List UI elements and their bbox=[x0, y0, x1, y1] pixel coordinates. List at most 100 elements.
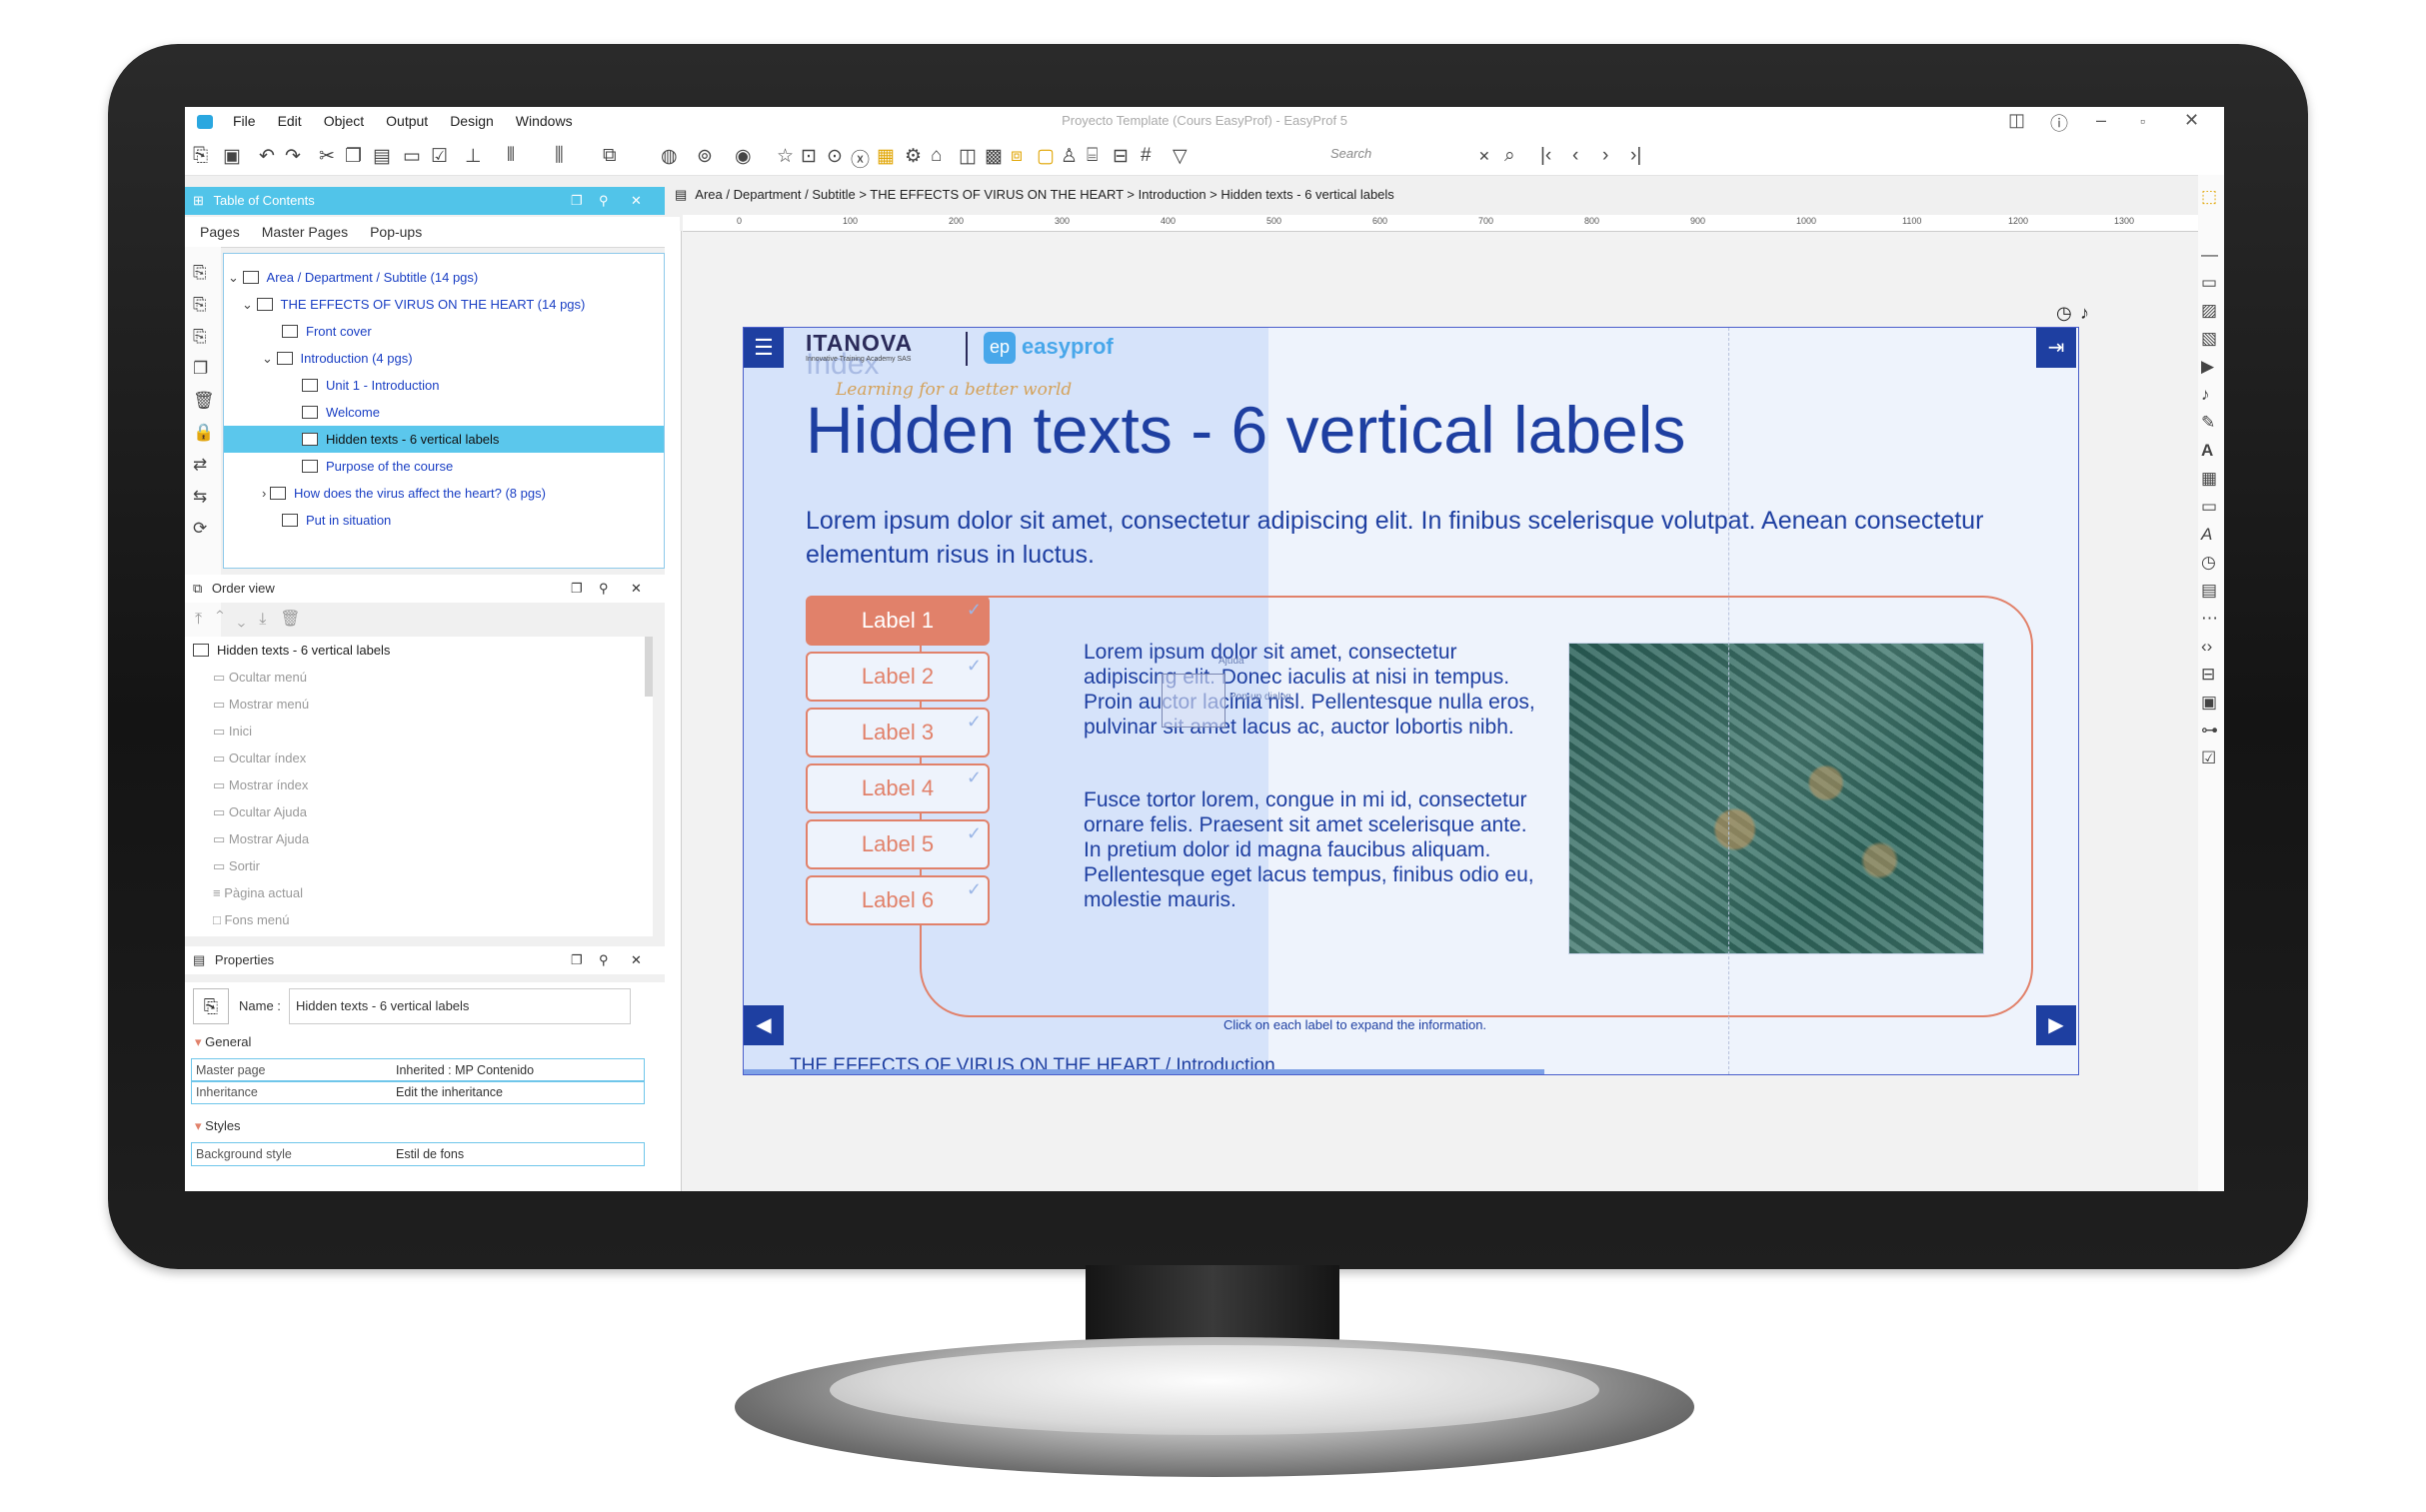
text-icon[interactable]: A bbox=[2201, 441, 2213, 461]
line-icon[interactable]: — bbox=[2201, 245, 2218, 265]
layout-icon[interactable]: ◫ bbox=[2008, 110, 2025, 131]
text-style-icon[interactable]: A bbox=[2201, 525, 2212, 545]
align-icon[interactable]: ⊥ bbox=[465, 145, 482, 168]
tab-master-pages[interactable]: Master Pages bbox=[262, 217, 348, 247]
tree-item-front-cover[interactable]: Front cover bbox=[224, 318, 722, 345]
move-up-icon[interactable]: ⌃ bbox=[216, 611, 238, 628]
play-circle-icon[interactable]: ◉ bbox=[735, 145, 752, 168]
list-item[interactable]: ▭ Ocultar índex bbox=[213, 745, 306, 771]
prev-page-icon[interactable]: ‹ bbox=[1572, 145, 1578, 167]
redo-icon[interactable]: ↷ bbox=[285, 145, 301, 168]
gallery-icon[interactable]: ⚙ bbox=[905, 145, 922, 168]
help-icon[interactable]: ⓘ bbox=[2050, 110, 2068, 136]
background-style-row[interactable]: Background style Estil de fons bbox=[191, 1142, 645, 1166]
tab-pop-ups[interactable]: Pop-ups bbox=[370, 217, 422, 247]
target-icon[interactable]: ⊙ bbox=[827, 145, 843, 168]
window-icon[interactable]: ▣ bbox=[2201, 693, 2217, 713]
next-page-icon[interactable]: › bbox=[1602, 145, 1608, 167]
inheritance-row[interactable]: Inheritance Edit the inheritance bbox=[191, 1080, 645, 1104]
checklist-icon[interactable]: ☑ bbox=[2201, 749, 2216, 768]
text-edit-icon[interactable]: ✎ bbox=[2201, 413, 2215, 433]
float-icon[interactable]: ❐ bbox=[571, 946, 583, 974]
tree-item-chapter[interactable]: ⌄ THE EFFECTS OF VIRUS ON THE HEART (14 … bbox=[224, 291, 682, 318]
float-icon[interactable]: ❐ bbox=[571, 575, 583, 603]
copy-icon[interactable]: ❐ bbox=[345, 145, 362, 168]
list-item[interactable]: ▭ Inici bbox=[213, 718, 252, 745]
video-icon[interactable]: ▶ bbox=[2201, 357, 2214, 377]
timer-icon[interactable]: ◷ bbox=[2201, 553, 2216, 573]
gallery-icon[interactable]: ▧ bbox=[2201, 329, 2217, 349]
exit-button[interactable]: ⇥ bbox=[2036, 328, 2076, 368]
table-icon[interactable]: ▦ bbox=[2201, 469, 2217, 489]
button-icon[interactable]: ▭ bbox=[2201, 497, 2217, 517]
pin-icon[interactable]: ⚲ bbox=[599, 946, 609, 974]
audio-icon[interactable]: ♪ bbox=[2201, 385, 2210, 405]
paste-icon[interactable]: ▤ bbox=[373, 145, 391, 168]
styles-section[interactable]: ▾ Styles bbox=[195, 1118, 241, 1134]
filter-icon[interactable]: ▽ bbox=[1173, 145, 1188, 168]
arrange-icon[interactable]: ⫼ bbox=[555, 145, 564, 167]
rectangle-icon[interactable]: ▭ bbox=[2201, 273, 2217, 293]
check-list-icon[interactable]: ☑ bbox=[431, 145, 448, 168]
move-top-icon[interactable]: ⤒ bbox=[195, 611, 216, 628]
image-icon[interactable]: ▨ bbox=[2201, 301, 2217, 321]
group-icon[interactable]: ⧉ bbox=[603, 145, 617, 167]
clipboard-icon[interactable]: ▭ bbox=[403, 145, 421, 168]
float-icon[interactable]: ❐ bbox=[571, 187, 583, 215]
menu-windows[interactable]: Windows bbox=[516, 113, 573, 129]
person-icon[interactable]: ♙ bbox=[1061, 145, 1078, 168]
tab-pages[interactable]: Pages bbox=[200, 217, 240, 247]
unlink-pages-icon[interactable]: ⇆ bbox=[193, 487, 207, 507]
list-item[interactable]: ▭ Sortir bbox=[213, 852, 260, 879]
last-page-icon[interactable]: ›| bbox=[1630, 145, 1641, 167]
cut-icon[interactable]: ✂ bbox=[319, 145, 335, 168]
bank-icon[interactable]: ⌂ bbox=[931, 145, 942, 167]
general-section[interactable]: ▾ General bbox=[195, 1034, 251, 1050]
refresh-icon[interactable]: ⟳ bbox=[193, 519, 207, 539]
menu-file[interactable]: File bbox=[233, 113, 256, 129]
tree-item-virus-heart[interactable]: › How does the virus affect the heart? (… bbox=[224, 480, 702, 507]
menu-design[interactable]: Design bbox=[450, 113, 494, 129]
frame-icon[interactable]: ▢ bbox=[1037, 145, 1055, 168]
add-chapter-icon[interactable]: ⎘ bbox=[193, 295, 207, 315]
prev-slide-button[interactable]: ◀ bbox=[744, 1005, 784, 1045]
star-icon[interactable]: ☆ bbox=[777, 145, 794, 168]
list-item[interactable]: ▭ Ocultar Ajuda bbox=[213, 798, 307, 825]
delete-icon[interactable]: 🗑 bbox=[280, 611, 314, 628]
name-field[interactable]: Hidden texts - 6 vertical labels bbox=[289, 988, 631, 1024]
label-1-button[interactable]: Label 1 ✓ bbox=[806, 596, 990, 646]
popup-placeholder[interactable] bbox=[1162, 674, 1225, 728]
columns-icon[interactable]: ⌸ bbox=[1087, 145, 1098, 167]
undo-icon[interactable]: ↶ bbox=[259, 145, 275, 168]
delete-icon[interactable]: 🗑 bbox=[193, 391, 215, 411]
scrollbar[interactable] bbox=[645, 637, 653, 697]
duplicate-icon[interactable]: ⎘ bbox=[193, 327, 207, 347]
order-root[interactable]: Hidden texts - 6 vertical labels bbox=[193, 637, 390, 664]
label-5-button[interactable]: Label 5 ✓ bbox=[806, 819, 990, 869]
grid-calc-icon[interactable]: ▩ bbox=[985, 145, 1003, 168]
lock-icon[interactable]: 🔒 bbox=[193, 423, 214, 443]
pattern-icon[interactable]: ▤ bbox=[2201, 581, 2217, 601]
tree-item-put-in-situation[interactable]: Put in situation bbox=[224, 507, 722, 534]
menu-object[interactable]: Object bbox=[324, 113, 364, 129]
master-page-row[interactable]: Master page Inherited : MP Contenido bbox=[191, 1058, 645, 1082]
move-bottom-icon[interactable]: ⤓ bbox=[259, 611, 280, 628]
variable-icon[interactable]: ⓧ bbox=[851, 145, 870, 172]
close-window-button[interactable]: ✕ bbox=[2184, 110, 2199, 131]
close-panel-icon[interactable]: ✕ bbox=[631, 187, 642, 215]
menu-output[interactable]: Output bbox=[386, 113, 428, 129]
note-icon[interactable]: ▦ bbox=[877, 145, 895, 168]
label-6-button[interactable]: Label 6 ✓ bbox=[806, 875, 990, 925]
chart-icon[interactable]: ◫ bbox=[959, 145, 977, 168]
list-item[interactable]: □ Fons menú bbox=[213, 906, 290, 933]
add-page-icon[interactable]: ⎘ bbox=[193, 263, 207, 283]
move-down-icon[interactable]: ⌄ bbox=[238, 611, 260, 628]
copy-page-icon[interactable]: ❐ bbox=[193, 359, 208, 379]
timer-icon[interactable]: ◷ bbox=[2056, 303, 2072, 324]
label-2-button[interactable]: Label 2 ✓ bbox=[806, 652, 990, 702]
globe-icon[interactable]: ◍ bbox=[661, 145, 678, 168]
list-item[interactable]: ▭ Mostrar Ajuda bbox=[213, 825, 309, 852]
music-note-icon[interactable]: ♪ bbox=[2080, 303, 2089, 324]
search-icon[interactable]: ⌕ bbox=[1504, 145, 1515, 167]
pin-icon[interactable]: ⚲ bbox=[599, 575, 609, 603]
